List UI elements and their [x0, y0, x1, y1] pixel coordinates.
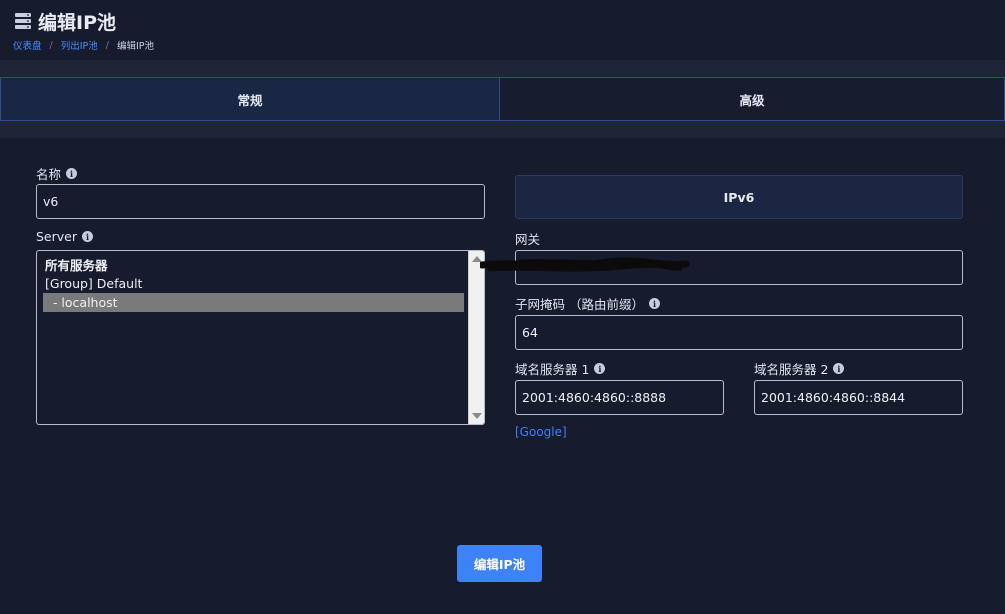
name-label-text: 名称: [36, 167, 62, 182]
breadcrumb-dashboard[interactable]: 仪表盘: [13, 38, 42, 52]
scroll-down-icon[interactable]: [472, 413, 482, 419]
submit-edit-ip-pool-button[interactable]: 编辑IP池: [457, 545, 542, 582]
netmask-label: 子网掩码 （路由前缀） i: [515, 294, 660, 313]
breadcrumb: 仪表盘 / 列出IP池 / 编辑IP池: [13, 38, 154, 53]
netmask-label-text: 子网掩码 （路由前缀）: [515, 297, 644, 312]
info-icon[interactable]: i: [833, 363, 845, 374]
breadcrumb-separator: /: [49, 39, 53, 51]
tabs-top-band: [0, 60, 1005, 77]
ns2-label: 域名服务器 2 i: [754, 359, 845, 378]
breadcrumb-current: 编辑IP池: [116, 41, 154, 52]
server-multiselect[interactable]: 所有服务器 [Group] Default - localhost: [36, 250, 485, 425]
gateway-label: 网关: [515, 229, 540, 248]
tabs-bottom-band: [0, 121, 1005, 138]
name-label: 名称 i: [36, 164, 78, 183]
info-icon[interactable]: i: [648, 298, 660, 309]
redaction-scribble: [480, 257, 690, 272]
breadcrumb-ip-pool-list[interactable]: 列出IP池: [61, 38, 98, 52]
server-option-group-default[interactable]: [Group] Default: [43, 274, 464, 293]
ns1-input[interactable]: 2001:4860:4860::8888: [515, 380, 724, 415]
breadcrumb-separator: /: [105, 39, 109, 51]
page-title: 编辑IP池: [14, 8, 116, 35]
ns1-label-text: 域名服务器 1: [515, 362, 590, 377]
ip-version-button[interactable]: IPv6: [515, 175, 963, 219]
info-icon[interactable]: i: [66, 168, 78, 179]
server-option-localhost[interactable]: - localhost: [43, 293, 464, 312]
info-icon[interactable]: i: [594, 363, 606, 374]
netmask-input[interactable]: 64: [515, 315, 963, 350]
tab-advanced[interactable]: 高级: [500, 78, 1004, 120]
gateway-label-text: 网关: [515, 232, 541, 247]
page-header: 编辑IP池 仪表盘 / 列出IP池 / 编辑IP池: [0, 0, 1005, 60]
tab-general[interactable]: 常规: [1, 78, 500, 120]
name-input[interactable]: v6: [36, 184, 485, 219]
info-icon[interactable]: i: [82, 231, 93, 242]
dns-preset-google-link[interactable]: [Google]: [515, 425, 567, 439]
server-label-text: Server: [36, 229, 77, 244]
server-label: Server i: [36, 229, 93, 244]
ns2-label-text: 域名服务器 2: [754, 362, 829, 377]
ns2-input[interactable]: 2001:4860:4860::8844: [754, 380, 963, 415]
page-title-text: 编辑IP池: [38, 12, 116, 34]
server-option-all[interactable]: 所有服务器: [43, 255, 464, 274]
server-stack-icon: [15, 12, 31, 29]
ns1-label: 域名服务器 1 i: [515, 359, 606, 378]
tab-bar: 常规 高级: [0, 77, 1005, 121]
